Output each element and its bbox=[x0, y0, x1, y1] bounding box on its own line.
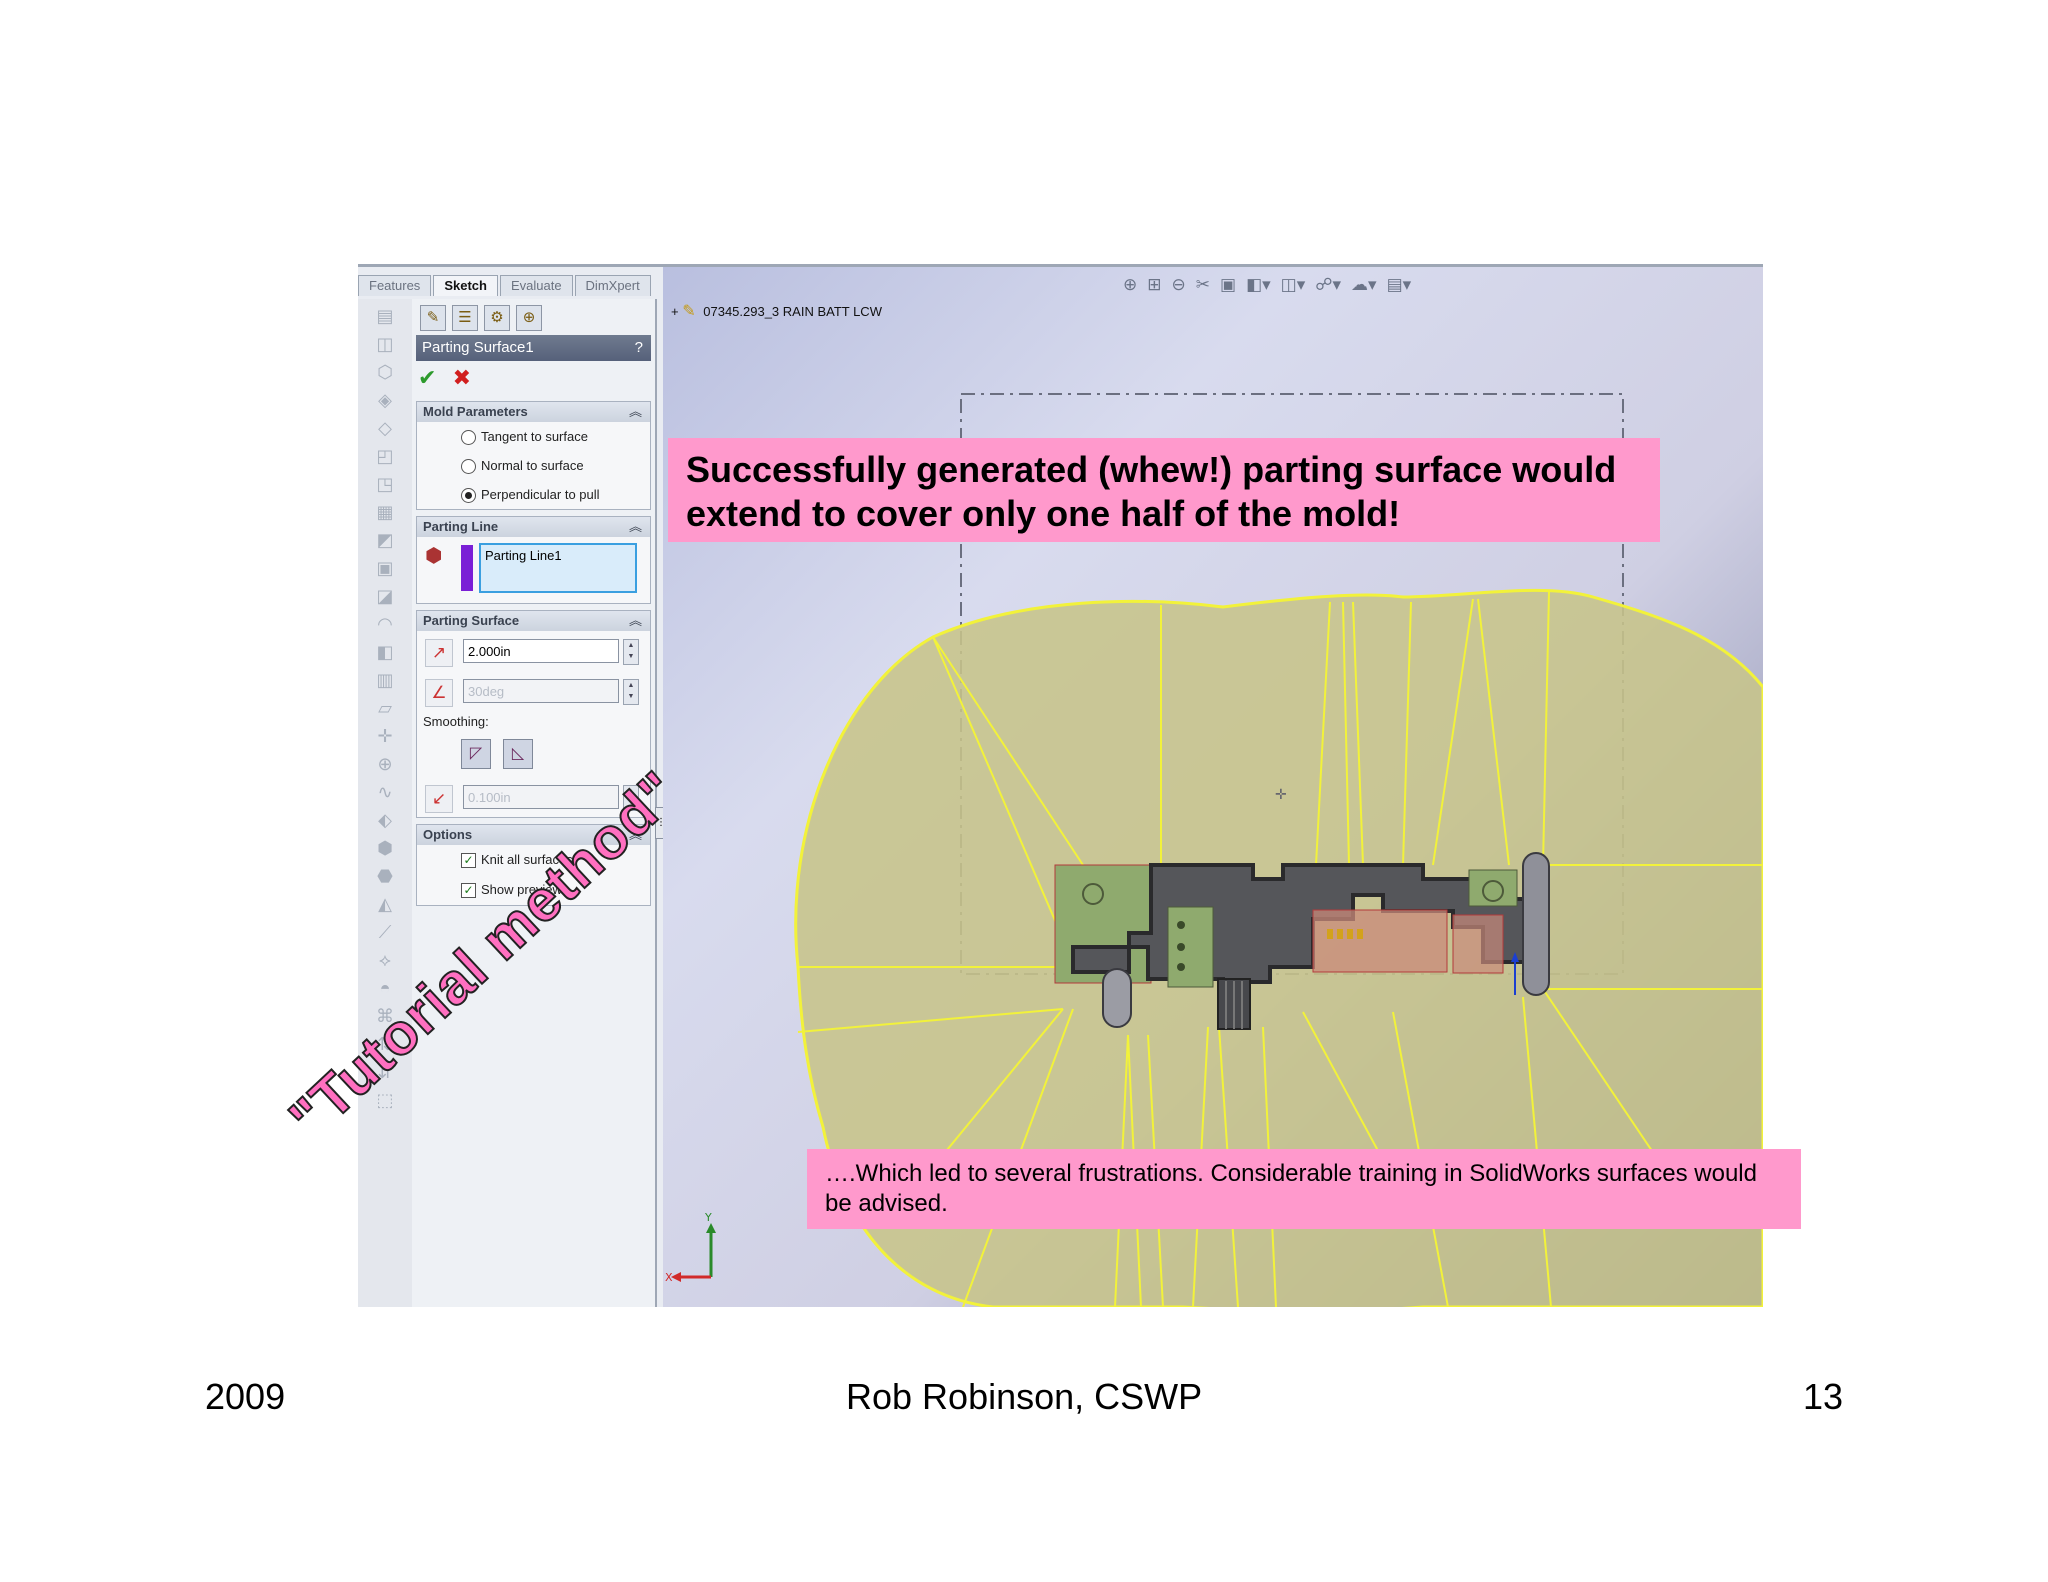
property-manager-icon[interactable]: ☰ bbox=[452, 305, 478, 331]
core-icon[interactable]: ⬢ bbox=[374, 837, 396, 859]
fillet-icon[interactable]: ◰ bbox=[374, 445, 396, 467]
parting-line-group: Parting Line ︽ ⬢ Parting Line1 bbox=[416, 516, 651, 604]
ruled-surface-icon[interactable]: ⟡ bbox=[374, 949, 396, 971]
tool-icon-strip: ▤ ◫ ⬡ ◈ ◇ ◰ ◳ ▦ ◩ ▣ ◪ ◠ ◧ ▥ ▱ ✛ ⊕ ∿ ⬖ ⬢ … bbox=[358, 299, 413, 1307]
angle-input[interactable]: 30deg bbox=[463, 679, 619, 703]
loft-icon[interactable]: ◈ bbox=[374, 389, 396, 411]
parting-line-item[interactable]: Parting Line1 bbox=[485, 548, 562, 563]
radio-label: Tangent to surface bbox=[481, 429, 588, 444]
axis-y-label: Y bbox=[704, 1211, 712, 1224]
radio-normal-to-surface[interactable]: Normal to surface bbox=[417, 451, 650, 480]
distance-spinner[interactable]: ▲ ▼ bbox=[623, 639, 639, 665]
pm-title: Parting Surface1 bbox=[422, 339, 534, 356]
ok-cancel-row: ✔ ✖ bbox=[412, 361, 655, 395]
callout-bottom: ….Which led to several frustrations. Con… bbox=[807, 1149, 1801, 1229]
boundary-icon[interactable]: ◇ bbox=[374, 417, 396, 439]
extrude-icon[interactable]: ▤ bbox=[374, 305, 396, 327]
smoothing-distance-icon: ↙ bbox=[425, 785, 453, 813]
radio-icon bbox=[461, 459, 476, 474]
smooth-smoothing-icon[interactable]: ◺ bbox=[503, 739, 533, 769]
split-icon[interactable]: ⬖ bbox=[374, 809, 396, 831]
radio-perpendicular-to-pull[interactable]: Perpendicular to pull bbox=[417, 480, 650, 509]
parting-line-title: Parting Line bbox=[423, 519, 499, 534]
radio-selected-icon bbox=[461, 488, 476, 503]
tab-sketch[interactable]: Sketch bbox=[433, 275, 498, 296]
sharp-smoothing-icon[interactable]: ◸ bbox=[461, 739, 491, 769]
rib-icon[interactable]: ▦ bbox=[374, 501, 396, 523]
footer-year: 2009 bbox=[205, 1376, 286, 1417]
options-title: Options bbox=[423, 827, 473, 842]
shell-icon[interactable]: ▣ bbox=[374, 557, 396, 579]
callout-top-text: Successfully generated (whew!) parting s… bbox=[686, 449, 1617, 534]
radio-label: Perpendicular to pull bbox=[481, 487, 600, 502]
callout-bottom-text: ….Which led to several frustrations. Con… bbox=[825, 1160, 1757, 1217]
mold-parameters-group: Mold Parameters ︽ Tangent to surface Nor… bbox=[416, 401, 651, 510]
curve-icon[interactable]: ∿ bbox=[374, 781, 396, 803]
pm-tabs: ✎ ☰ ⚙ ⊕ bbox=[412, 299, 655, 331]
reverse-direction-icon[interactable]: ↗ bbox=[425, 639, 453, 667]
pattern-icon[interactable]: ▥ bbox=[374, 669, 396, 691]
selection-color-swatch bbox=[461, 545, 473, 591]
origin-marker: ✛ bbox=[1275, 787, 1287, 803]
smoothing-buttons: ◸ ◺ bbox=[417, 733, 650, 777]
angle-row: ∠ 30deg ▲ ▼ bbox=[417, 671, 650, 711]
triad-icon: Y X bbox=[665, 1211, 716, 1284]
parting-line-selection-box[interactable]: Parting Line1 bbox=[479, 543, 637, 593]
dome-icon[interactable]: ◠ bbox=[374, 613, 396, 635]
tooling-split-icon[interactable]: ⬣ bbox=[374, 865, 396, 887]
wrap-icon[interactable]: ◪ bbox=[374, 585, 396, 607]
cancel-button[interactable]: ✖ bbox=[453, 365, 471, 390]
shut-off-icon[interactable]: ◭ bbox=[374, 893, 396, 915]
sweep-icon[interactable]: ⬡ bbox=[374, 361, 396, 383]
parting-line-row: ⬢ Parting Line1 bbox=[417, 537, 650, 603]
mirror-icon[interactable]: ◧ bbox=[374, 641, 396, 663]
radio-label: Normal to surface bbox=[481, 458, 584, 473]
angle-icon: ∠ bbox=[425, 679, 453, 707]
distance-input[interactable]: 2.000in bbox=[463, 639, 619, 663]
chamfer-icon[interactable]: ◳ bbox=[374, 473, 396, 495]
axis-icon[interactable]: ✛ bbox=[374, 725, 396, 747]
axis-x-label: X bbox=[665, 1271, 673, 1284]
pm-title-bar: Parting Surface1 ? bbox=[416, 335, 651, 361]
radio-icon bbox=[461, 430, 476, 445]
plane-icon[interactable]: ▱ bbox=[374, 697, 396, 719]
footer-author: Rob Robinson, CSWP bbox=[846, 1376, 1203, 1417]
smoothing-label: Smoothing: bbox=[423, 714, 489, 729]
parting-surface-title: Parting Surface bbox=[423, 613, 520, 628]
mold-parameters-title: Mold Parameters bbox=[423, 404, 528, 419]
parting-line-header[interactable]: Parting Line ︽ bbox=[417, 517, 650, 537]
collapse-chevron-icon[interactable]: ︽ bbox=[629, 517, 642, 537]
cube-icon: ⬢ bbox=[425, 545, 443, 567]
revolve-icon[interactable]: ◫ bbox=[374, 333, 396, 355]
feature-manager-icon[interactable]: ✎ bbox=[420, 305, 446, 331]
checkbox-checked-icon: ✓ bbox=[461, 853, 476, 868]
radio-tangent-to-surface[interactable]: Tangent to surface bbox=[417, 422, 650, 451]
parting-surface-header[interactable]: Parting Surface ︽ bbox=[417, 611, 650, 631]
help-icon[interactable]: ? bbox=[635, 335, 643, 361]
dimxpert-manager-icon[interactable]: ⊕ bbox=[516, 305, 542, 331]
tab-dimxpert[interactable]: DimXpert bbox=[574, 275, 651, 296]
point-icon[interactable]: ⊕ bbox=[374, 753, 396, 775]
footer-page-number: 13 bbox=[1803, 1376, 1844, 1417]
distance-row: ↗ 2.000in ▲ ▼ bbox=[417, 631, 650, 671]
draft-icon[interactable]: ◩ bbox=[374, 529, 396, 551]
ok-button[interactable]: ✔ bbox=[418, 365, 436, 390]
tab-evaluate[interactable]: Evaluate bbox=[499, 275, 573, 296]
configuration-manager-icon[interactable]: ⚙ bbox=[484, 305, 510, 331]
angle-spinner[interactable]: ▲ ▼ bbox=[623, 679, 639, 705]
parting-line-icon[interactable]: ⟋ bbox=[374, 921, 396, 943]
collapse-chevron-icon[interactable]: ︽ bbox=[629, 402, 642, 422]
mold-parameters-header[interactable]: Mold Parameters ︽ bbox=[417, 402, 650, 422]
callout-top: Successfully generated (whew!) parting s… bbox=[668, 438, 1660, 542]
checkbox-checked-icon: ✓ bbox=[461, 883, 476, 898]
tab-features[interactable]: Features bbox=[358, 275, 432, 296]
collapse-chevron-icon[interactable]: ︽ bbox=[629, 611, 642, 631]
command-manager-tabs: Features Sketch Evaluate DimXpert bbox=[358, 275, 653, 296]
